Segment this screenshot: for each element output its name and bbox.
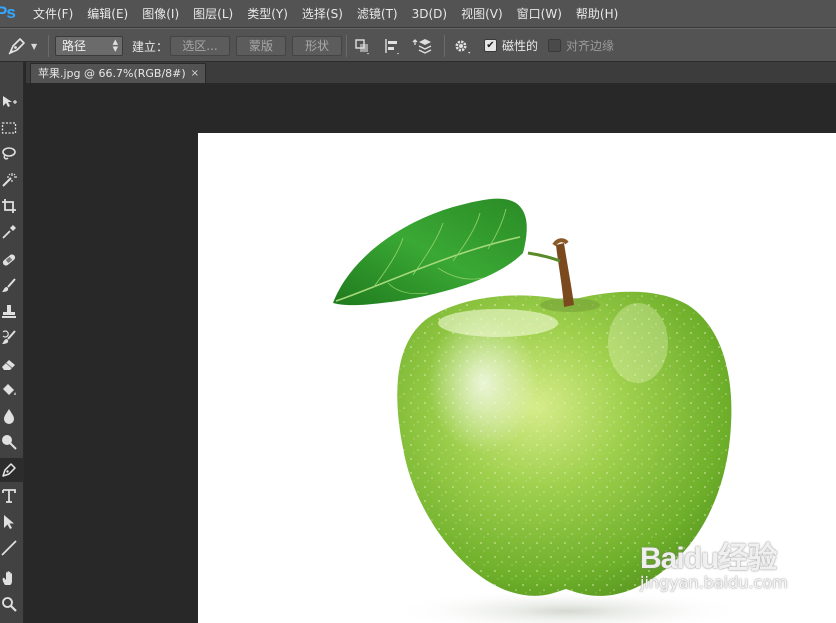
- blur-tool-icon[interactable]: [0, 404, 24, 428]
- tool-mode-value: 路径: [62, 39, 87, 53]
- image-canvas[interactable]: Baidu经验 jingyan.baidu.com: [198, 133, 836, 623]
- menu-help[interactable]: 帮助(H): [569, 0, 625, 28]
- crop-tool-icon[interactable]: [0, 194, 24, 218]
- history-brush-tool-icon[interactable]: [0, 326, 24, 350]
- document-workspace[interactable]: Baidu经验 jingyan.baidu.com: [25, 83, 836, 623]
- chevron-down-icon: ▼: [31, 41, 38, 51]
- clone-stamp-tool-icon[interactable]: [0, 300, 24, 324]
- paint-bucket-tool-icon[interactable]: [0, 378, 24, 402]
- watermark-url: jingyan.baidu.com: [640, 573, 788, 592]
- path-alignment-icon[interactable]: [382, 37, 402, 55]
- brush-tool-icon[interactable]: [0, 274, 24, 298]
- healing-brush-tool-icon[interactable]: [0, 248, 24, 272]
- separator: [346, 35, 347, 57]
- gear-icon[interactable]: [452, 37, 472, 55]
- pen-tool-icon[interactable]: [0, 458, 24, 482]
- path-operations-icon[interactable]: [352, 37, 372, 55]
- document-tab[interactable]: 苹果.jpg @ 66.7%(RGB/8#) ×: [30, 63, 206, 83]
- hand-tool-icon[interactable]: [0, 566, 24, 590]
- separator: [444, 35, 445, 57]
- move-tool-icon[interactable]: [0, 90, 24, 114]
- menu-layer[interactable]: 图层(L): [186, 0, 240, 28]
- dodge-tool-icon[interactable]: [0, 430, 24, 454]
- make-mask-button[interactable]: 蒙版: [236, 36, 286, 56]
- watermark-logo: Baidu经验: [640, 542, 777, 575]
- tools-panel: [0, 62, 24, 623]
- pen-icon: [8, 38, 25, 55]
- align-edges-label: 对齐边缘: [566, 39, 615, 53]
- magic-wand-tool-icon[interactable]: [0, 168, 24, 192]
- photoshop-window: Ps 文件(F) 编辑(E) 图像(I) 图层(L) 类型(Y) 选择(S) 滤…: [0, 0, 836, 623]
- type-tool-icon[interactable]: [0, 484, 24, 508]
- document-tab-strip: 苹果.jpg @ 66.7%(RGB/8#) ×: [26, 62, 836, 83]
- path-selection-tool-icon[interactable]: [0, 510, 24, 534]
- build-label: 建立：: [132, 39, 169, 54]
- magnetic-checkbox[interactable]: ✔: [484, 39, 497, 52]
- marquee-tool-icon[interactable]: [0, 116, 24, 140]
- menu-select[interactable]: 选择(S): [295, 0, 350, 28]
- close-icon[interactable]: ×: [191, 64, 199, 83]
- menu-edit[interactable]: 编辑(E): [80, 0, 135, 28]
- menu-file[interactable]: 文件(F): [26, 0, 80, 28]
- make-selection-button[interactable]: 选区...: [170, 36, 230, 56]
- menu-window[interactable]: 窗口(W): [510, 0, 569, 28]
- menu-bar: Ps 文件(F) 编辑(E) 图像(I) 图层(L) 类型(Y) 选择(S) 滤…: [0, 0, 836, 28]
- make-shape-button[interactable]: 形状: [292, 36, 342, 56]
- path-arrangement-icon[interactable]: [412, 37, 432, 55]
- menu-filter[interactable]: 滤镜(T): [350, 0, 405, 28]
- menu-image[interactable]: 图像(I): [135, 0, 186, 28]
- photoshop-logo: Ps: [0, 3, 16, 22]
- magnetic-label: 磁性的: [502, 39, 539, 53]
- document-tab-title: 苹果.jpg @ 66.7%(RGB/8#): [38, 67, 186, 80]
- eraser-tool-icon[interactable]: [0, 352, 24, 376]
- options-bar: ▼ 路径 ▲ ▼ 建立： 选区... 蒙版 形状 ✔ 磁性的 对齐边缘: [0, 28, 836, 62]
- zoom-tool-icon[interactable]: [0, 592, 24, 616]
- eyedropper-tool-icon[interactable]: [0, 220, 24, 244]
- tool-mode-select[interactable]: 路径 ▲ ▼: [55, 36, 123, 56]
- baidu-watermark: Baidu经验 jingyan.baidu.com: [640, 533, 820, 603]
- align-edges-checkbox[interactable]: [548, 39, 561, 52]
- menu-type[interactable]: 类型(Y): [240, 0, 295, 28]
- menu-3d[interactable]: 3D(D): [405, 0, 454, 28]
- tool-preset-picker[interactable]: ▼: [6, 29, 46, 63]
- updown-arrows-icon: ▲ ▼: [112, 38, 118, 53]
- separator: [48, 35, 49, 57]
- line-tool-icon[interactable]: [0, 536, 24, 560]
- menu-view[interactable]: 视图(V): [454, 0, 510, 28]
- menu-items: 文件(F) 编辑(E) 图像(I) 图层(L) 类型(Y) 选择(S) 滤镜(T…: [26, 0, 625, 28]
- lasso-tool-icon[interactable]: [0, 142, 24, 166]
